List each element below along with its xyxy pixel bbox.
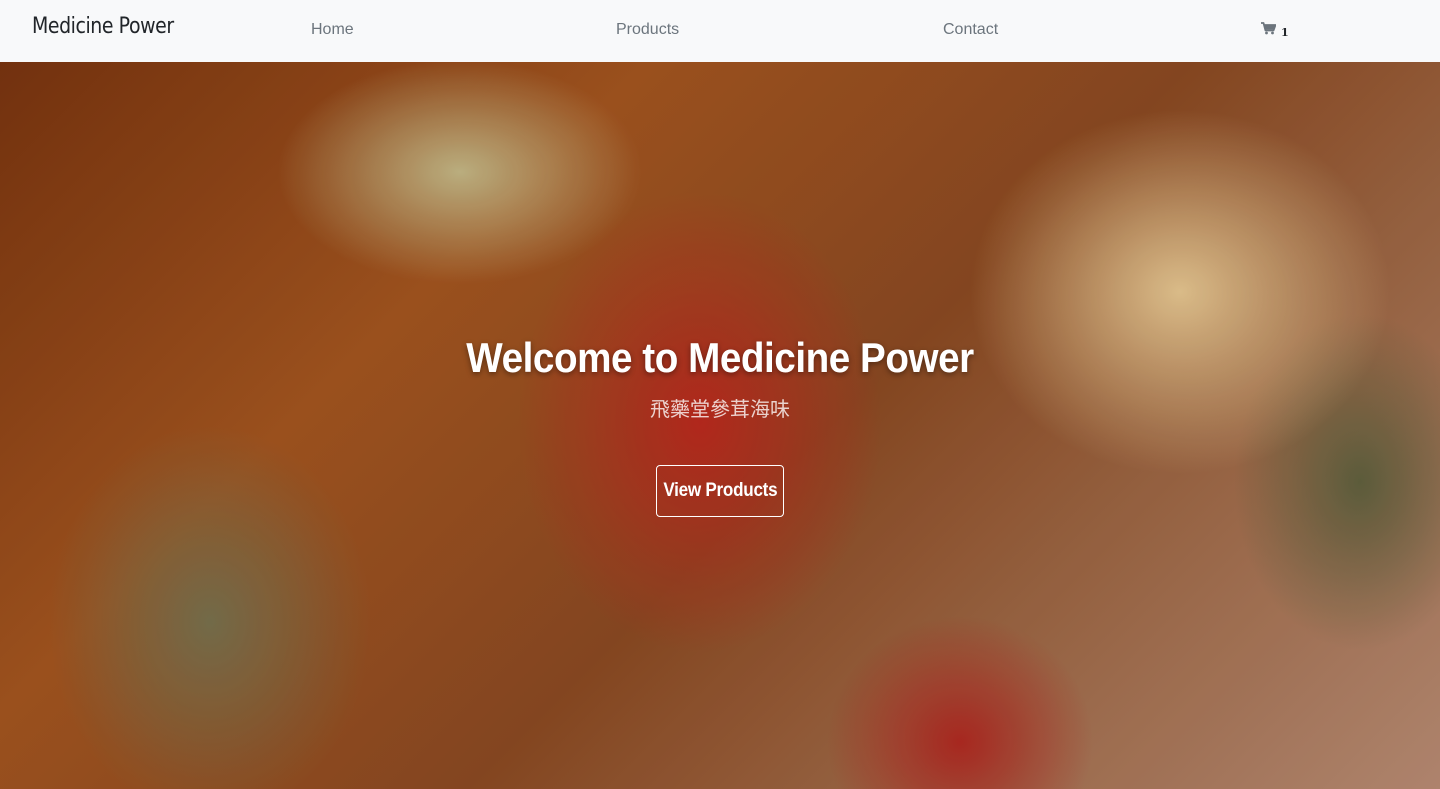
nav-link-contact[interactable]: Contact [943, 21, 998, 39]
view-products-button-label: View Products [662, 480, 778, 501]
cart-button[interactable]: 1 [1261, 22, 1289, 40]
hero-subtitle: 飛藥堂參茸海味 [650, 397, 790, 421]
nav-link-products[interactable]: Products [616, 21, 679, 39]
hero-banner: Welcome to Medicine Power 飛藥堂參茸海味 View P… [0, 62, 1440, 789]
shopping-cart-icon [1261, 22, 1277, 40]
cart-count-badge: 1 [1281, 26, 1289, 39]
hero-background-image [0, 62, 1440, 789]
hero-title: Welcome to Medicine Power [466, 334, 974, 381]
nav-link-home[interactable]: Home [311, 21, 354, 39]
top-navbar: Medicine Power Home Products Contact 1 [0, 0, 1440, 62]
brand-logo-text[interactable]: Medicine Power [32, 14, 174, 39]
view-products-button[interactable]: View Products [656, 465, 784, 517]
